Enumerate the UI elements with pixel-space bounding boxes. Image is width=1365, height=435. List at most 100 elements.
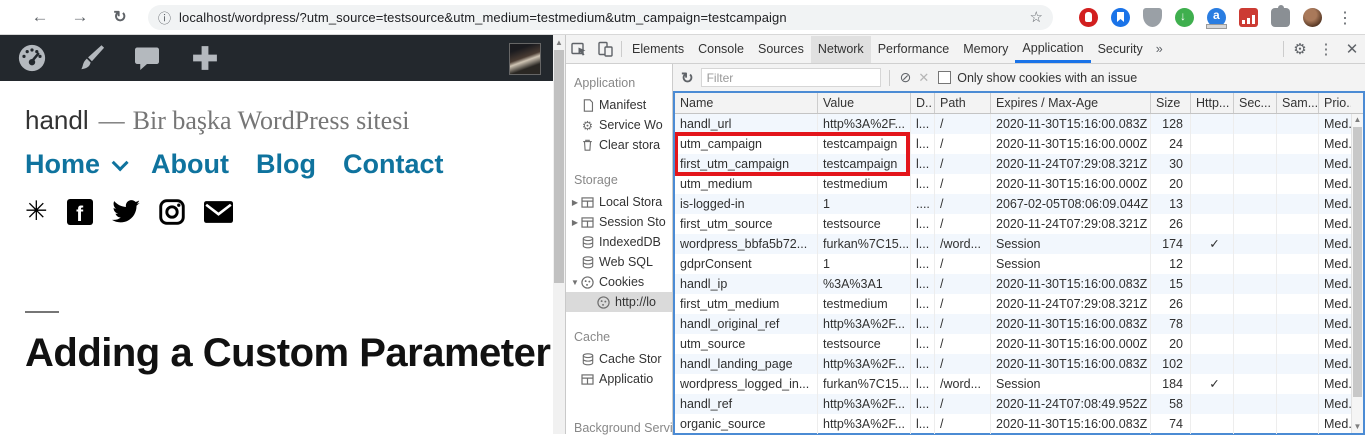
cookie-row-utm_source[interactable]: utm_sourcetestsourcel.../2020-11-30T15:1… <box>675 334 1351 354</box>
address-bar[interactable]: ⓘ localhost/wordpress/?utm_source=testso… <box>148 5 1053 30</box>
sidebar-item-cookies[interactable]: ▼Cookies <box>566 272 672 292</box>
cookie-row-is-logged-in[interactable]: is-logged-in1..../2067-02-05T08:06:09.04… <box>675 194 1351 214</box>
forward-icon[interactable]: → <box>68 5 92 29</box>
sidebar-item-local-storage[interactable]: ▶Local Stora <box>566 192 672 212</box>
cookie-row-first_utm_campaign[interactable]: first_utm_campaigntestcampaignl.../2020-… <box>675 154 1351 174</box>
browser-profile-avatar[interactable] <box>1303 8 1322 27</box>
sidebar-item-manifest[interactable]: Manifest <box>566 95 672 115</box>
cookie-row-handl_ref[interactable]: handl_refhttp%3A%2F...l.../2020-11-24T07… <box>675 394 1351 414</box>
tab-memory[interactable]: Memory <box>956 36 1015 63</box>
column-header[interactable]: D.. <box>911 93 935 113</box>
cookie-row-wordpress_bbfa5b72[interactable]: wordpress_bbfa5b72...furkan%7C15...l.../… <box>675 234 1351 254</box>
shield-extension-icon[interactable] <box>1143 8 1162 27</box>
column-header[interactable]: Path <box>935 93 991 113</box>
email-icon[interactable] <box>204 201 233 223</box>
admin-user-avatar[interactable] <box>509 43 541 75</box>
cell-name: wordpress_logged_in... <box>675 374 818 394</box>
cell-domain: l... <box>911 234 935 254</box>
scrollbar-thumb[interactable] <box>554 50 564 283</box>
clear-filter-icon[interactable]: ✕ <box>918 70 929 86</box>
column-header[interactable]: Name <box>675 93 818 113</box>
column-header[interactable]: Expires / Max-Age <box>991 93 1151 113</box>
cookie-row-organic_source[interactable]: organic_sourcehttp%3A%2F...l.../2020-11-… <box>675 414 1351 434</box>
cell-expires: 2020-11-24T07:29:08.321Z <box>991 214 1151 234</box>
cookie-row-first_utm_source[interactable]: first_utm_sourcetestsourcel.../2020-11-2… <box>675 214 1351 234</box>
dashboard-gauge-icon[interactable] <box>16 42 48 74</box>
column-header[interactable]: Prio... <box>1319 93 1351 113</box>
customize-brush-icon[interactable] <box>74 42 106 74</box>
scroll-down-arrow[interactable]: ▼ <box>1352 421 1363 433</box>
ruler-extension-icon[interactable] <box>1207 8 1226 27</box>
nav-item-home[interactable]: Home <box>25 149 124 180</box>
new-plus-icon[interactable] <box>188 41 222 75</box>
devtools-menu-icon[interactable]: ⋮ <box>1313 36 1339 62</box>
browser-menu-icon[interactable]: ⋮ <box>1335 8 1355 28</box>
nav-item-contact[interactable]: Contact <box>343 149 444 180</box>
download-manager-extension-icon[interactable] <box>1175 8 1194 27</box>
scroll-up-arrow[interactable]: ▲ <box>1352 114 1363 126</box>
tab-application[interactable]: Application <box>1015 36 1090 63</box>
sidebar-item-clear-storage[interactable]: Clear stora <box>566 135 672 155</box>
filter-input[interactable] <box>701 68 881 87</box>
sidebar-item-service-workers[interactable]: ⚙Service Wo <box>566 115 672 135</box>
bookmark-star-icon[interactable]: ☆ <box>1030 8 1043 26</box>
cookie-row-wordpress_logged_in[interactable]: wordpress_logged_in...furkan%7C15...l...… <box>675 374 1351 394</box>
expander-icon[interactable]: ▶ <box>570 218 580 227</box>
rank-chart-extension-icon[interactable] <box>1239 8 1258 27</box>
site-title[interactable]: handl <box>25 105 89 135</box>
close-devtools-icon[interactable]: ✕ <box>1339 36 1365 62</box>
nav-item-about[interactable]: About <box>151 149 229 180</box>
reload-icon[interactable]: ↻ <box>108 5 132 29</box>
column-header[interactable]: Sec... <box>1234 93 1277 113</box>
block-cookies-icon[interactable]: ⊘ <box>900 69 912 86</box>
expander-icon[interactable]: ▼ <box>570 278 580 287</box>
sidebar-item-cookie-origin[interactable]: http://lo <box>566 292 672 312</box>
cookie-row-first_utm_medium[interactable]: first_utm_mediumtestmediuml.../2020-11-2… <box>675 294 1351 314</box>
tab-sources[interactable]: Sources <box>751 36 811 63</box>
table-scrollbar[interactable]: ▲ ▼ <box>1351 114 1363 433</box>
cookie-row-utm_campaign[interactable]: utm_campaigntestcampaignl.../2020-11-30T… <box>675 134 1351 154</box>
column-header[interactable]: Sam... <box>1277 93 1319 113</box>
cookie-row-gdprConsent[interactable]: gdprConsent1l.../Session12Med... <box>675 254 1351 274</box>
tab-network[interactable]: Network <box>811 36 871 63</box>
column-header[interactable]: Value <box>818 93 911 113</box>
cookie-row-utm_medium[interactable]: utm_mediumtestmediuml.../2020-11-30T15:1… <box>675 174 1351 194</box>
facebook-icon[interactable]: f <box>67 199 93 225</box>
inspect-element-icon[interactable] <box>566 36 592 62</box>
expander-icon[interactable]: ▶ <box>570 198 580 207</box>
more-tabs-icon[interactable]: » <box>1150 42 1169 56</box>
column-header[interactable]: Http... <box>1191 93 1234 113</box>
extensions-puzzle-icon[interactable] <box>1271 8 1290 27</box>
cookie-row-handl_landing_page[interactable]: handl_landing_pagehttp%3A%2F...l.../2020… <box>675 354 1351 374</box>
tab-elements[interactable]: Elements <box>625 36 691 63</box>
twitter-icon[interactable] <box>112 200 140 223</box>
tab-performance[interactable]: Performance <box>871 36 957 63</box>
device-toolbar-icon[interactable] <box>592 36 618 62</box>
site-info-icon[interactable]: ⓘ <box>158 8 171 27</box>
instagram-icon[interactable] <box>159 199 185 225</box>
issue-filter-checkbox[interactable] <box>938 71 951 84</box>
adblock-extension-icon[interactable] <box>1079 8 1098 27</box>
sidebar-item-web-sql[interactable]: Web SQL <box>566 252 672 272</box>
tab-console[interactable]: Console <box>691 36 751 63</box>
scrollbar-thumb[interactable] <box>1353 127 1362 397</box>
refresh-icon[interactable]: ↻ <box>681 69 694 87</box>
cookie-row-handl_original_ref[interactable]: handl_original_refhttp%3A%2F...l.../2020… <box>675 314 1351 334</box>
yelp-icon[interactable]: ✳ <box>25 198 48 225</box>
cookie-row-handl_url[interactable]: handl_urlhttp%3A%2F...l.../2020-11-30T15… <box>675 114 1351 134</box>
column-header[interactable]: Size <box>1151 93 1191 113</box>
sidebar-item-session-storage[interactable]: ▶Session Sto <box>566 212 672 232</box>
nav-item-blog[interactable]: Blog <box>256 149 316 180</box>
scroll-up-arrow[interactable]: ▲ <box>553 36 565 49</box>
back-icon[interactable]: ← <box>28 5 52 29</box>
sidebar-item-cache-storage[interactable]: Cache Stor <box>566 349 672 369</box>
sidebar-item-indexeddb[interactable]: IndexedDB <box>566 232 672 252</box>
bookmark-extension-icon[interactable] <box>1111 8 1130 27</box>
sidebar-item-application-cache[interactable]: Applicatio <box>566 369 672 389</box>
page-scrollbar[interactable]: ▲ <box>553 35 565 434</box>
tab-security[interactable]: Security <box>1091 36 1150 63</box>
settings-gear-icon[interactable]: ⚙ <box>1287 36 1313 62</box>
comments-bubble-icon[interactable] <box>132 43 162 73</box>
cell-secure <box>1234 234 1277 254</box>
cookie-row-handl_ip[interactable]: handl_ip%3A%3A1l.../2020-11-30T15:16:00.… <box>675 274 1351 294</box>
